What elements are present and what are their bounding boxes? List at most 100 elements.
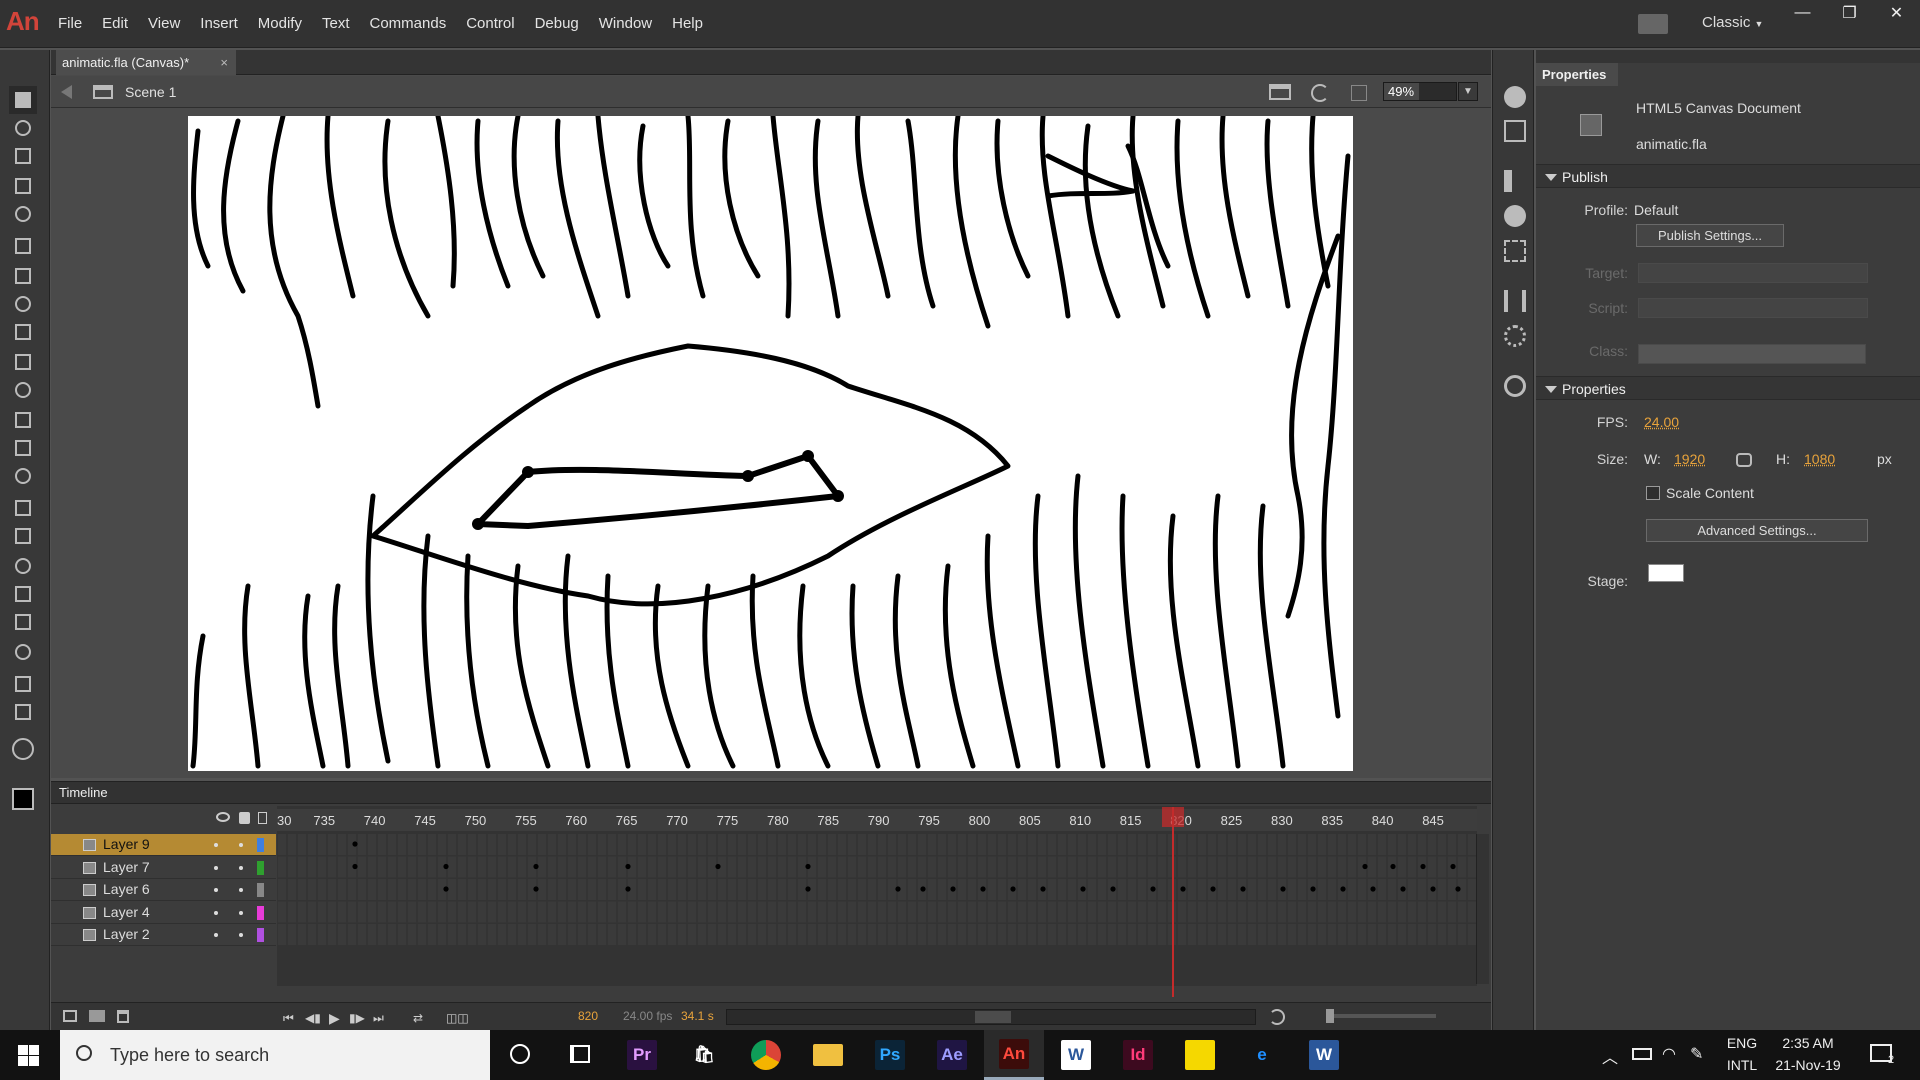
eraser-tool-icon[interactable] <box>9 608 37 636</box>
layer-name[interactable]: Layer 2 <box>103 926 150 942</box>
library-panel-icon[interactable] <box>1504 290 1526 312</box>
menu-item[interactable]: Control <box>456 0 524 48</box>
keyframe[interactable] <box>715 863 721 870</box>
lock-dot[interactable] <box>239 910 243 915</box>
explorer-app-icon[interactable] <box>798 1030 858 1080</box>
new-folder-icon[interactable] <box>89 1010 105 1022</box>
frame-size-handle[interactable] <box>1326 1009 1334 1023</box>
layer-row[interactable]: Layer 4 <box>51 902 276 924</box>
wifi-icon[interactable]: ◠ <box>1662 1044 1676 1064</box>
menu-item[interactable]: Insert <box>190 0 248 48</box>
workspace-switcher[interactable]: Classic ▼ <box>1702 14 1763 31</box>
keyframe[interactable] <box>805 863 811 870</box>
go-last-frame-icon[interactable]: ⏭ <box>373 1011 384 1026</box>
close-window-button[interactable]: ✕ <box>1873 0 1920 26</box>
chevron-up-icon[interactable]: ︿ <box>1602 1044 1618 1068</box>
eyedropper-tool-icon[interactable] <box>9 580 37 608</box>
keyframe[interactable] <box>352 841 358 847</box>
selection-tool-icon[interactable] <box>9 86 37 114</box>
keyframe[interactable] <box>533 886 539 892</box>
clock-date[interactable]: 21-Nov-19 <box>1768 1057 1848 1073</box>
polystar-tool-icon[interactable] <box>9 376 37 404</box>
align-panel-icon[interactable] <box>1504 170 1526 192</box>
lock-dot[interactable] <box>239 865 243 870</box>
show-hide-icon[interactable] <box>216 812 230 822</box>
word-app-icon[interactable]: W <box>1294 1030 1354 1080</box>
keyframe[interactable] <box>1310 886 1316 892</box>
zoom-input[interactable]: 49% <box>1383 82 1457 101</box>
zoom-dropdown[interactable]: ▼ <box>1458 82 1478 101</box>
keyframe[interactable] <box>1390 863 1396 870</box>
lock-dot[interactable] <box>239 933 243 937</box>
properties-section-header[interactable]: Properties <box>1536 376 1920 400</box>
menu-item[interactable]: File <box>48 0 92 48</box>
keyframe[interactable] <box>1450 863 1456 870</box>
keyframe[interactable] <box>1080 886 1086 892</box>
layer-name[interactable]: Layer 4 <box>103 904 150 920</box>
oval-tool-icon[interactable] <box>9 348 37 376</box>
layer-row[interactable]: Layer 7 <box>51 857 276 879</box>
rectangle-tool-icon[interactable] <box>9 318 37 346</box>
link-dimensions-icon[interactable] <box>1736 453 1752 467</box>
hand-tool-icon[interactable] <box>9 670 37 698</box>
outline-all-icon[interactable] <box>258 812 267 824</box>
layer-outline-color[interactable] <box>257 838 264 852</box>
layer-row[interactable]: Layer 6 <box>51 879 276 901</box>
lock-dot[interactable] <box>239 888 243 892</box>
layer-row[interactable]: Layer 2 <box>51 924 276 946</box>
restore-button[interactable]: ❐ <box>1826 0 1873 26</box>
visibility-dot[interactable] <box>214 933 218 937</box>
center-frame-icon[interactable] <box>1269 1009 1285 1025</box>
cc-libraries-icon[interactable] <box>1504 375 1526 397</box>
transform-panel-icon[interactable] <box>1504 240 1526 262</box>
keyframe[interactable] <box>1370 886 1376 892</box>
height-value[interactable]: 1080 <box>1804 451 1835 467</box>
subselection-tool-icon[interactable] <box>9 114 37 142</box>
3d-rotation-tool-icon[interactable] <box>9 172 37 200</box>
keyframe[interactable] <box>1400 886 1406 892</box>
frame-grid[interactable] <box>277 806 1477 986</box>
pen-tool-icon[interactable] <box>9 232 37 260</box>
publish-settings-button[interactable]: Publish Settings... <box>1636 224 1784 247</box>
windows-start-icon[interactable] <box>18 1045 39 1066</box>
center-stage-icon[interactable] <box>1351 85 1367 101</box>
edit-scene-icon[interactable] <box>1269 84 1291 100</box>
sticky-notes-app-icon[interactable] <box>1170 1030 1230 1080</box>
document-tab[interactable]: animatic.fla (Canvas)* × <box>56 50 236 75</box>
word-online-app-icon[interactable]: W <box>1046 1030 1106 1080</box>
keyframe[interactable] <box>352 863 358 870</box>
step-forward-icon[interactable]: ▮▶ <box>349 1011 365 1025</box>
advanced-settings-button[interactable]: Advanced Settings... <box>1646 519 1868 542</box>
visibility-dot[interactable] <box>214 843 218 847</box>
keyframe[interactable] <box>533 863 539 870</box>
frame-size-slider[interactable] <box>1326 1009 1436 1023</box>
ink-bottle-tool-icon[interactable] <box>9 552 37 580</box>
width-tool-icon[interactable] <box>9 638 37 666</box>
keyframe[interactable] <box>895 886 901 892</box>
keyframe[interactable] <box>1340 886 1346 892</box>
go-first-frame-icon[interactable]: ⏮ <box>283 1011 294 1026</box>
layer-name[interactable]: Layer 9 <box>103 836 150 852</box>
pencil-tool-icon[interactable] <box>9 406 37 434</box>
publish-section-header[interactable]: Publish <box>1536 164 1920 188</box>
elapsed-time[interactable]: 34.1 s <box>681 1009 714 1023</box>
keyframe[interactable] <box>1110 886 1116 892</box>
lasso-tool-icon[interactable] <box>9 200 37 228</box>
visibility-dot[interactable] <box>214 888 218 892</box>
menu-item[interactable]: Debug <box>525 0 589 48</box>
keyframe[interactable] <box>980 886 986 892</box>
timeline-vscroll[interactable] <box>1476 834 1489 984</box>
keyframe[interactable] <box>920 886 926 892</box>
edit-symbols-icon[interactable] <box>1311 84 1329 102</box>
chrome-app-icon[interactable] <box>736 1030 796 1080</box>
minimize-button[interactable]: — <box>1779 0 1826 26</box>
pen-icon[interactable]: ✎ <box>1690 1044 1703 1064</box>
info-panel-icon[interactable] <box>1504 205 1526 227</box>
swatches-panel-icon[interactable] <box>1504 120 1526 142</box>
playhead[interactable] <box>1172 807 1174 997</box>
menu-item[interactable]: Edit <box>92 0 138 48</box>
store-app-icon[interactable]: 🛍 <box>674 1030 734 1080</box>
keyframe[interactable] <box>950 886 956 892</box>
visibility-dot[interactable] <box>214 865 218 870</box>
keyframe[interactable] <box>1420 863 1426 870</box>
